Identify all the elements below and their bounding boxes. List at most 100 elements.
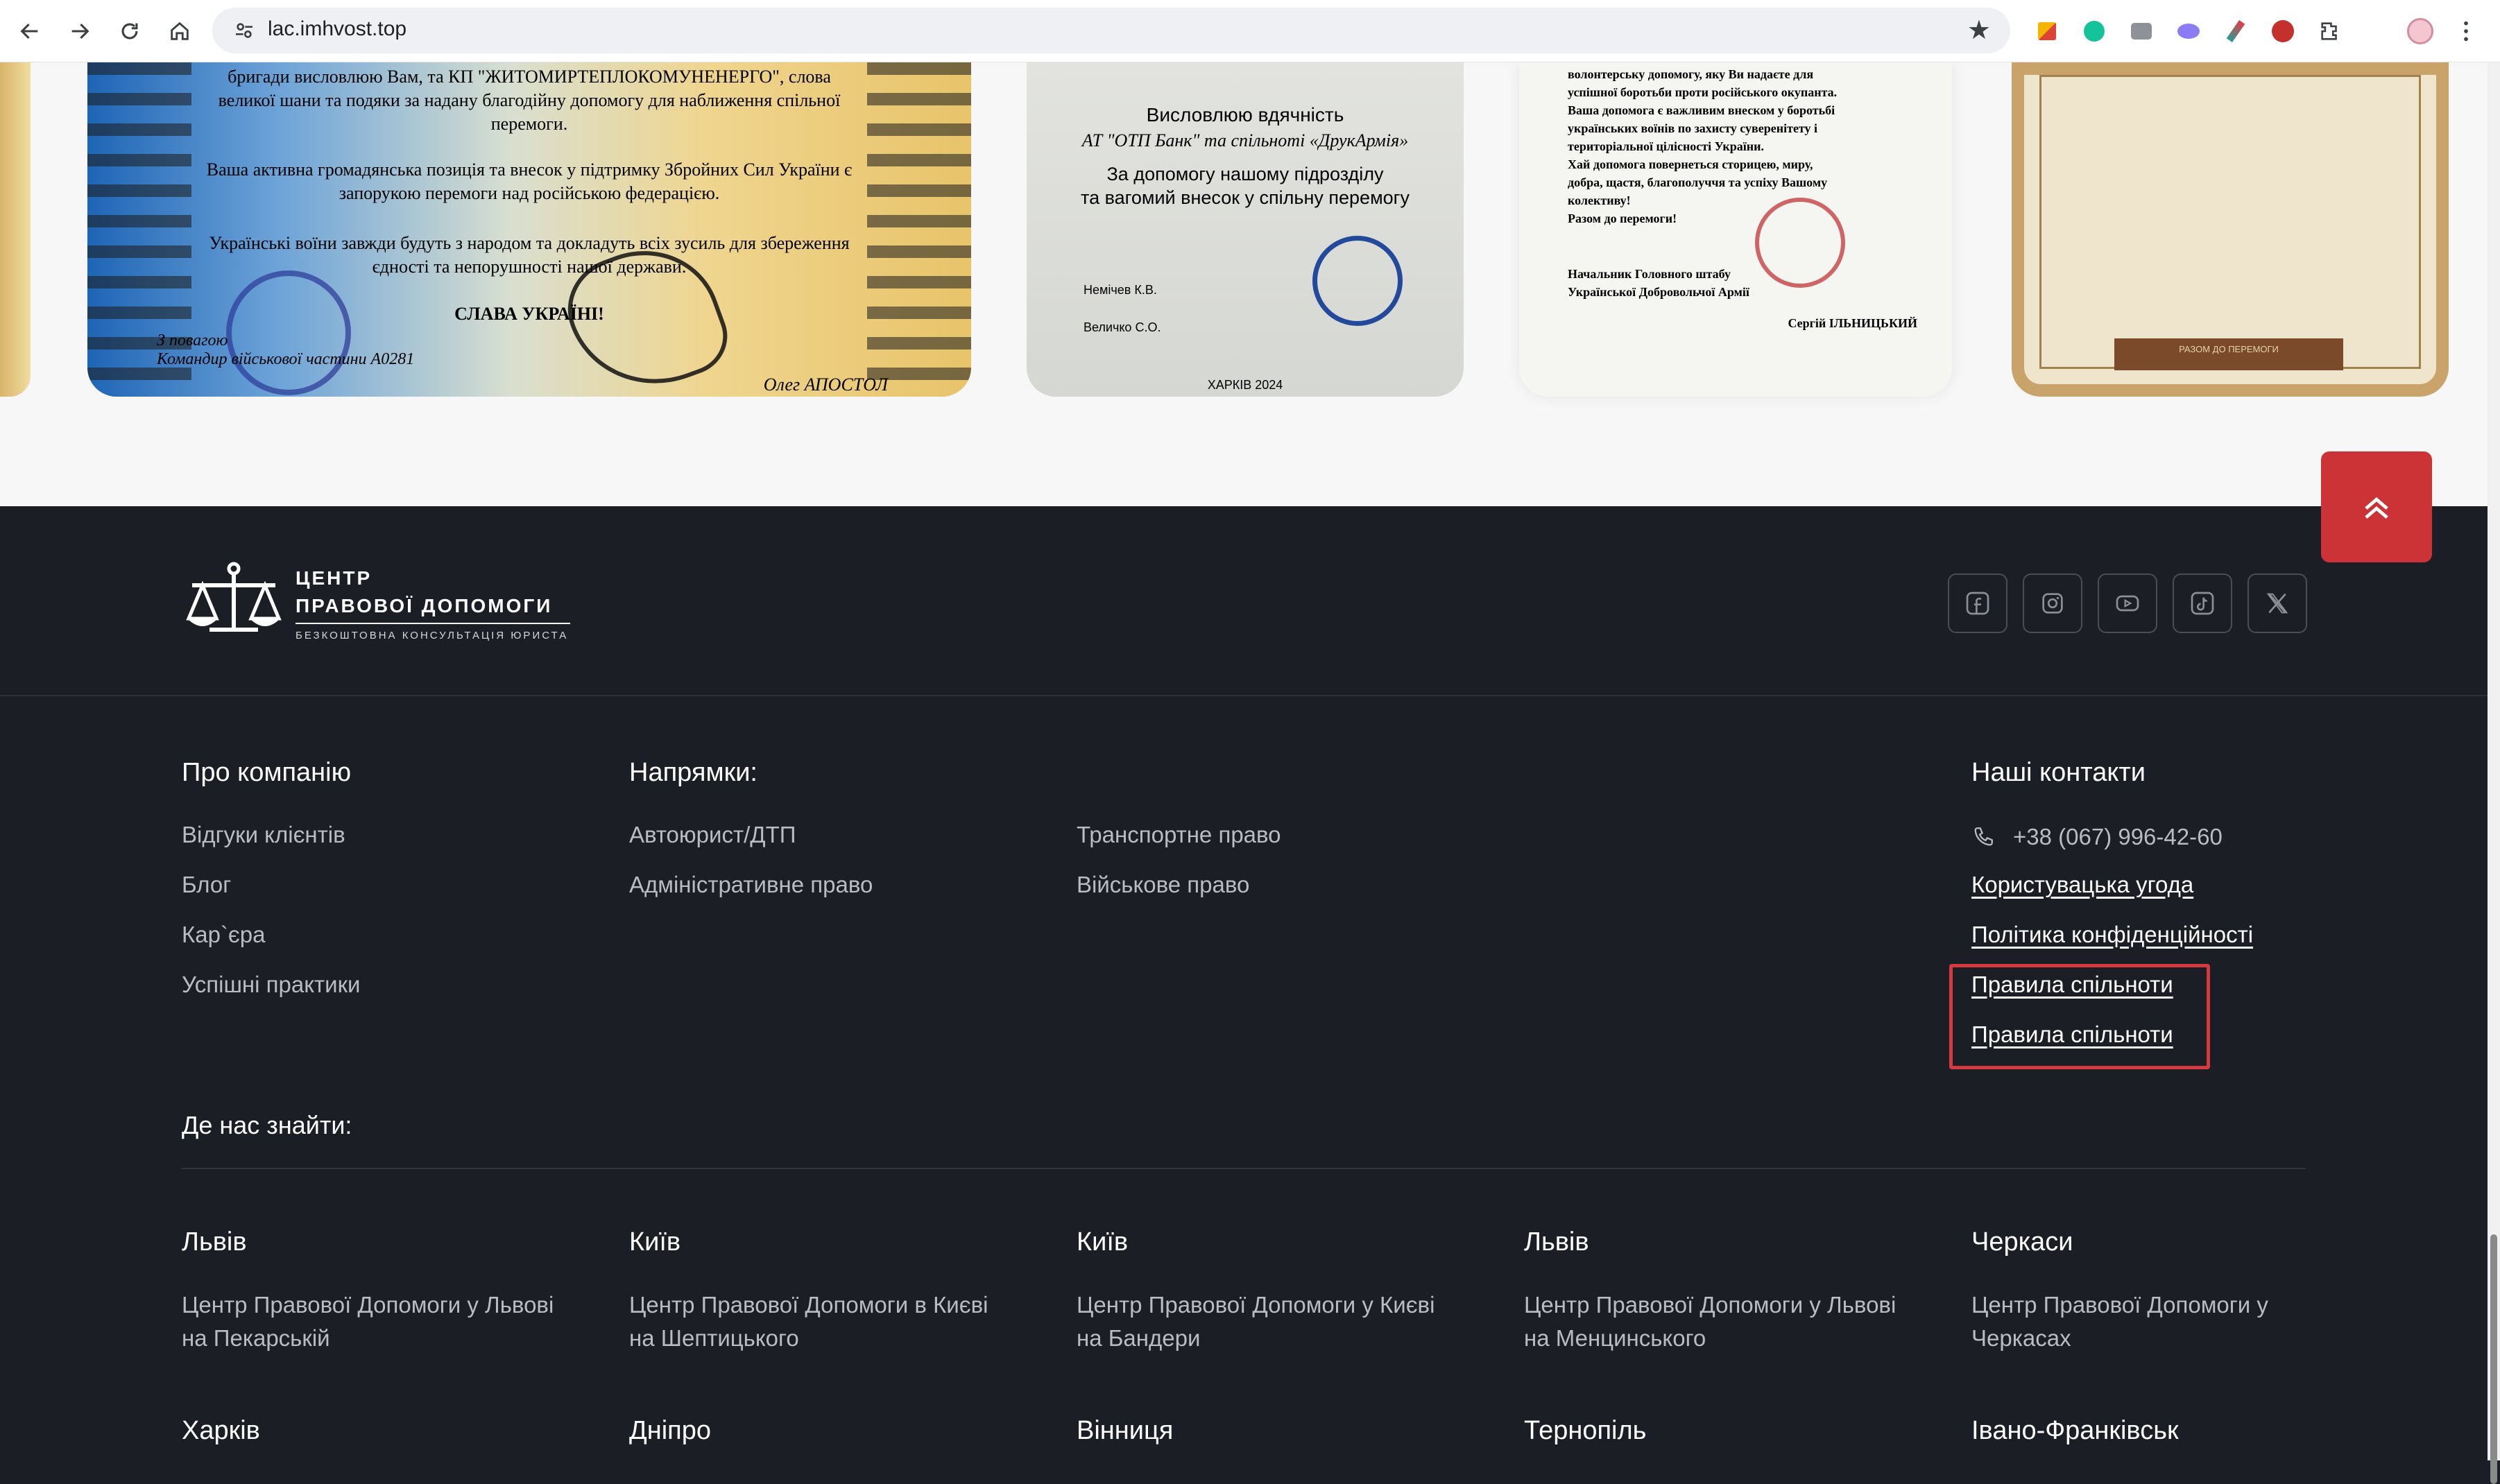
city-name: Київ xyxy=(629,1227,681,1257)
camera-icon[interactable] xyxy=(2127,17,2156,46)
logo-tagline: БЕЗКОШТОВНА КОНСУЛЬТАЦІЯ ЮРИСТА xyxy=(296,630,569,641)
instagram-icon xyxy=(2042,593,2063,614)
youtube-icon xyxy=(2116,595,2139,612)
color-picker-icon[interactable] xyxy=(2221,17,2250,46)
address-bar[interactable]: lac.imhvost.top ★ xyxy=(212,8,2010,53)
certificate-text: Ваша активна громадянська позиція та вне… xyxy=(206,159,853,180)
instagram-button[interactable] xyxy=(2023,573,2082,633)
footer-link-career[interactable]: Кар`єра xyxy=(182,922,265,948)
double-chevron-up-icon xyxy=(2365,497,2388,519)
grammarly-icon[interactable] xyxy=(2080,17,2109,46)
menu-kebab-icon[interactable] xyxy=(2451,17,2481,46)
tiktok-button[interactable] xyxy=(2173,573,2232,633)
footer-link-practices[interactable]: Успішні практики xyxy=(182,972,360,998)
certificate-text: Висловлюю вдячність xyxy=(1146,104,1344,126)
directions-title: Напрямки: xyxy=(629,758,757,787)
certificate-card[interactable]: волонтерську допомогу, яку Ви надаєте дл… xyxy=(1519,62,1952,397)
footer-link-military-law[interactable]: Військове право xyxy=(1077,872,1249,898)
reload-button[interactable] xyxy=(114,15,146,47)
reload-icon xyxy=(121,23,138,40)
bookmark-star-icon[interactable]: ★ xyxy=(1967,15,1991,46)
scroll-to-top-button[interactable] xyxy=(2321,451,2432,562)
certificate-card[interactable]: РАЗОМ ДО ПЕРЕМОГИ xyxy=(2012,62,2449,397)
office-link[interactable]: Центр Правової Допомоги у Черкасах xyxy=(1971,1288,2360,1355)
seal-stamp xyxy=(1312,236,1403,326)
footer-link-reviews[interactable]: Відгуки клієнтів xyxy=(182,822,345,848)
certificate-text: РАЗОМ ДО ПЕРЕМОГИ xyxy=(2179,344,2279,354)
phone-icon xyxy=(1974,827,1993,846)
site-info-button[interactable] xyxy=(230,17,258,44)
certificate-card[interactable]: бригади висловлюю Вам, та КП "ЖИТОМИРТЕП… xyxy=(87,62,971,397)
certificate-text: Сергій ІЛЬНИЦЬКИЙ xyxy=(1788,316,1917,330)
phone-contact[interactable]: +38 (067) 996-42-60 xyxy=(1971,824,2223,850)
footer-link-privacy-policy[interactable]: Політика конфіденційності xyxy=(1971,922,2253,948)
youtube-button[interactable] xyxy=(2098,573,2157,633)
footer-link-transport-law[interactable]: Транспортне право xyxy=(1077,822,1281,848)
certificate-text: З повагою Командир військової частини А0… xyxy=(157,331,415,368)
certificate-text: Немічев К.В. xyxy=(1084,283,1157,297)
forward-button[interactable] xyxy=(64,15,96,47)
office-link[interactable]: Центр Правової Допомоги у Львові на Менц… xyxy=(1524,1288,1912,1355)
site-footer: ЦЕНТР ПРАВОВОЇ ДОПОМОГИ БЕЗКОШТОВНА КОНС… xyxy=(0,506,2488,1460)
city-name: Харків xyxy=(182,1416,260,1445)
footer-link-user-agreement[interactable]: Користувацька угода xyxy=(1971,872,2193,898)
certificate-text: Начальник Головного штабу Української До… xyxy=(1568,267,1749,299)
certificate-text: ХАРКІВ 2024 xyxy=(1207,378,1283,392)
city-name: Тернопіль xyxy=(1524,1416,1647,1445)
home-button[interactable] xyxy=(164,15,196,47)
home-icon xyxy=(171,21,189,40)
logo[interactable]: ЦЕНТР ПРАВОВОЇ ДОПОМОГИ БЕЗКОШТОВНА КОНС… xyxy=(182,562,577,645)
certificate-text: єдності та непорушності нашої держави. xyxy=(372,257,687,277)
certificate-text: АТ "ОТП Банк" та спільноті «ДрукАрмія» xyxy=(1081,130,1409,150)
city-name: Вінниця xyxy=(1077,1416,1174,1445)
about-title: Про компанію xyxy=(182,758,352,787)
footer-link-blog[interactable]: Блог xyxy=(182,872,231,898)
city-name: Львів xyxy=(182,1227,247,1257)
page-scrollbar[interactable] xyxy=(2488,62,2500,1484)
office-link[interactable]: Центр Правової Допомоги у Львові на Пека… xyxy=(182,1288,570,1355)
footer-link-administrative-law[interactable]: Адміністративне право xyxy=(629,872,873,898)
extension-icon[interactable] xyxy=(2032,17,2062,46)
social-links xyxy=(1948,573,2307,633)
certificate-border xyxy=(2039,75,2421,369)
extension-icon[interactable] xyxy=(2174,17,2203,46)
certificate-text: Українські воїни завжди будуть з народом… xyxy=(209,233,850,253)
certificate-text: волонтерську допомогу, яку Ви надаєте дл… xyxy=(1568,67,1838,225)
footer-top-bar: ЦЕНТР ПРАВОВОЇ ДОПОМОГИ БЕЗКОШТОВНА КОНС… xyxy=(0,506,2488,696)
certificate-text: перемоги. xyxy=(490,114,568,134)
certificate-text: бригади висловлюю Вам, та КП "ЖИТОМИРТЕП… xyxy=(228,67,831,87)
certificate-partial[interactable] xyxy=(0,62,31,397)
highlight-annotation-box xyxy=(1949,964,2210,1069)
divider xyxy=(182,1168,2306,1169)
logo-text: ПРАВОВОЇ ДОПОМОГИ xyxy=(296,595,553,616)
logo-text: ЦЕНТР xyxy=(296,567,373,589)
certificate-text: Величко С.О. xyxy=(1084,320,1161,334)
certificate-text: запорукою перемоги над російською федера… xyxy=(339,183,720,203)
facebook-button[interactable] xyxy=(1948,573,2007,633)
url-text[interactable]: lac.imhvost.top xyxy=(268,17,406,41)
office-link[interactable]: Центр Правової Допомоги в Києві на Шепти… xyxy=(629,1288,1018,1355)
x-twitter-button[interactable] xyxy=(2248,573,2307,633)
extensions-puzzle-icon[interactable] xyxy=(2315,17,2345,46)
city-name: Івано-Франківськ xyxy=(1971,1416,2179,1445)
scrollbar-thumb[interactable] xyxy=(2490,1234,2497,1484)
city-name: Київ xyxy=(1077,1227,1129,1257)
certificate-text: великої шани та подяки за надану благоді… xyxy=(218,90,841,110)
certificate-card[interactable]: Висловлюю вдячність АТ "ОТП Банк" та спі… xyxy=(1027,62,1464,397)
logo-divider xyxy=(296,623,570,624)
footer-link-auto-lawyer[interactable]: Автоюрист/ДТП xyxy=(629,822,796,848)
phone-number[interactable]: +38 (067) 996-42-60 xyxy=(2013,824,2223,850)
profile-avatar[interactable] xyxy=(2406,17,2435,46)
ornament xyxy=(867,62,971,397)
city-name: Черкаси xyxy=(1971,1227,2073,1257)
seo-icon[interactable] xyxy=(2268,17,2297,46)
certificates-carousel: бригади висловлюю Вам, та КП "ЖИТОМИРТЕП… xyxy=(0,62,2500,506)
back-button[interactable] xyxy=(14,15,46,47)
contacts-title: Наші контакти xyxy=(1971,758,2146,787)
locations-title: Де нас знайти: xyxy=(182,1111,352,1139)
puzzle-icon xyxy=(2321,22,2337,40)
office-link[interactable]: Центр Правової Допомоги у Києві на Банде… xyxy=(1077,1288,1465,1355)
certificate-text: За допомогу нашому підрозділу та вагомий… xyxy=(1081,164,1410,208)
facebook-icon xyxy=(1966,592,1989,615)
certificate-ribbon xyxy=(2114,338,2343,370)
